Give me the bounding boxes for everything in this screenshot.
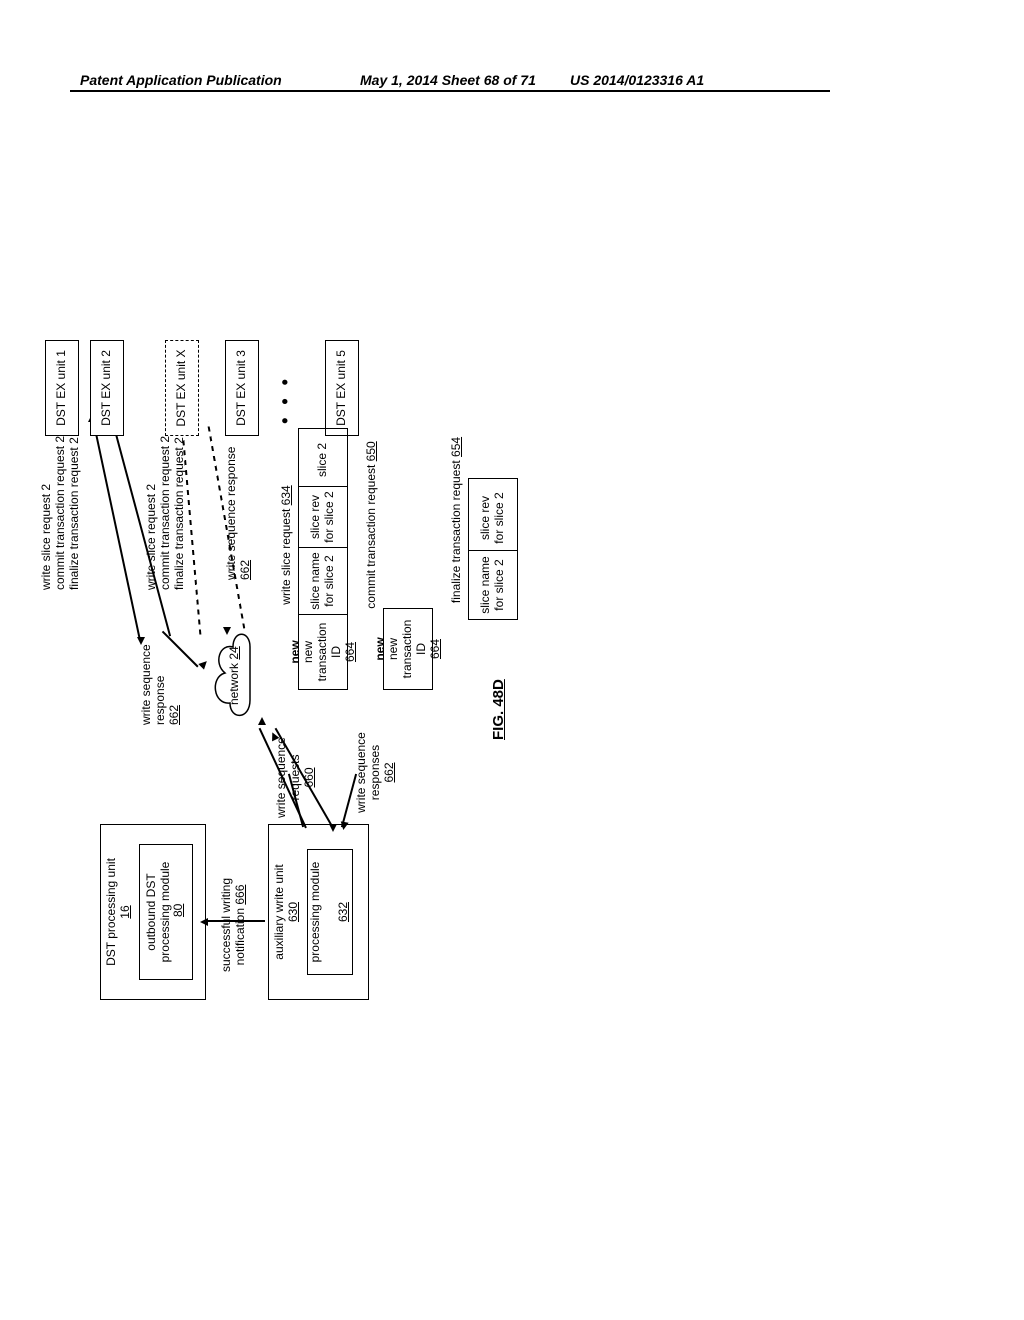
arrow-success bbox=[205, 921, 265, 923]
header-rule bbox=[70, 90, 830, 92]
dst-ex-unit-1: DST EX unit 1 bbox=[45, 340, 79, 436]
arrowhead-auxcloud2 bbox=[329, 824, 337, 832]
outbound-num: 80 bbox=[171, 904, 185, 917]
aux-write-unit-box: auxiliary write unit 630 processing modu… bbox=[268, 824, 369, 1000]
dst-processing-label: DST processing unit bbox=[104, 858, 118, 966]
outbound-module-box: outbound DST processing module 80 bbox=[139, 844, 193, 980]
wseqresp-u2-label: write sequence response662 bbox=[140, 605, 181, 725]
arrowhead-auxcloud1 bbox=[258, 717, 266, 725]
arrowhead-success bbox=[200, 918, 208, 926]
network-label: network 24 bbox=[228, 646, 242, 705]
arrowhead-from-u2 bbox=[137, 637, 145, 645]
ftr-table: slice name for slice 2 slice rev for sli… bbox=[468, 478, 518, 620]
ctr-table-title: commit transaction request 650 bbox=[365, 430, 379, 620]
header-mid: May 1, 2014 Sheet 68 of 71 bbox=[360, 72, 536, 88]
arrowhead-from-uX bbox=[223, 627, 231, 635]
dst-ex-unit-5: DST EX unit 5 bbox=[325, 340, 359, 436]
aux-label: auxiliary write unit bbox=[272, 864, 286, 959]
dots-icon: • • • bbox=[275, 375, 296, 424]
header-left: Patent Application Publication bbox=[80, 72, 282, 88]
wresp-label: write sequence responses662 bbox=[355, 725, 396, 820]
dst-ex-unit-2: DST EX unit 2 bbox=[90, 340, 124, 436]
unit2-requests: write slice request 2 commit transaction… bbox=[40, 410, 81, 590]
arrowhead-wresp bbox=[339, 821, 348, 830]
dst-processing-num: 16 bbox=[118, 905, 132, 918]
header-right: US 2014/0123316 A1 bbox=[570, 72, 704, 88]
success-notification-label: successful writing notification 666 bbox=[220, 850, 248, 1000]
proc-mod-num: 632 bbox=[337, 902, 351, 922]
outbound-label: outbound DST processing module bbox=[145, 847, 173, 977]
processing-module-box: processing module 632 bbox=[307, 849, 353, 975]
figure-label: FIG. 48D bbox=[490, 679, 507, 740]
wseqresp-uX-label: write sequence response662 bbox=[225, 430, 253, 580]
dst-ex-unit-3: DST EX unit 3 bbox=[225, 340, 259, 436]
wsr-table-title: write slice request 634 bbox=[280, 470, 294, 620]
unitX-requests: write slice request 2 commit transaction… bbox=[145, 410, 186, 590]
wsr-table: newnew transaction ID664 slice name for … bbox=[298, 428, 348, 690]
ctr-table: newnew transaction ID664 bbox=[383, 608, 433, 690]
ftr-table-title: finalize transaction request 654 bbox=[450, 420, 464, 620]
aux-num: 630 bbox=[286, 902, 300, 922]
dst-processing-unit-box: DST processing unit 16 outbound DST proc… bbox=[100, 824, 206, 1000]
dst-ex-unit-X: DST EX unit X bbox=[165, 340, 199, 436]
proc-mod-label: processing module bbox=[309, 862, 323, 963]
diagram: DST processing unit 16 outbound DST proc… bbox=[110, 380, 810, 920]
arrow-to-u2 bbox=[92, 417, 140, 637]
